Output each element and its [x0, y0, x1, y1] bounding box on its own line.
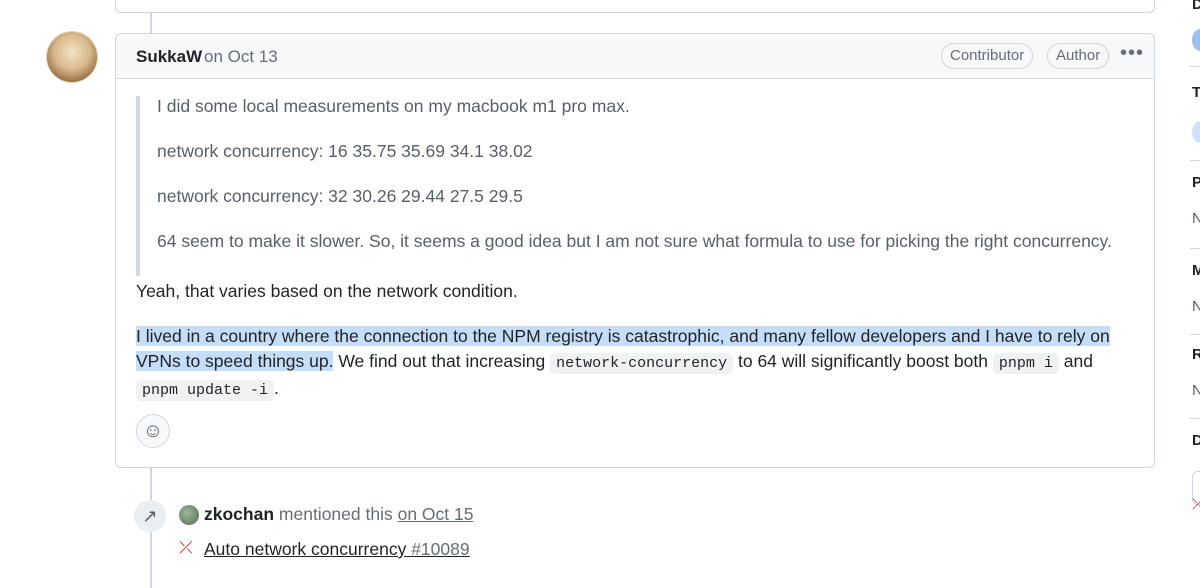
pr-number[interactable]: #10089 — [411, 539, 469, 559]
sidebar-divider — [1190, 248, 1200, 249]
pull-request-closed-icon: ⤫ — [1192, 496, 1200, 513]
quote-line: network concurrency: 32 30.26 29.44 27.5… — [157, 186, 523, 206]
comment-header: SukkaW on Oct 13 Contributor Author ••• — [116, 34, 1154, 79]
pull-request-link[interactable]: Auto network concurrency #10089 — [204, 539, 470, 560]
timeline-event: zkochan mentioned this on Oct 15 — [204, 504, 474, 525]
sidebar-text: N — [1192, 298, 1200, 315]
sidebar-heading: T — [1192, 84, 1200, 101]
sidebar-divider — [1190, 334, 1200, 335]
quote-line: I did some local measurements on my macb… — [157, 96, 630, 116]
author-avatar[interactable] — [46, 31, 98, 83]
previous-comment-card — [115, 0, 1155, 13]
inline-code: network-concurrency — [550, 353, 734, 374]
comment-author[interactable]: SukkaW — [136, 47, 202, 67]
sidebar-heading: D — [1192, 0, 1200, 13]
add-reaction-button[interactable]: ☺ — [136, 414, 170, 448]
sidebar-divider — [1190, 66, 1200, 67]
event-user-avatar[interactable] — [179, 505, 199, 525]
event-action: mentioned this — [278, 504, 393, 524]
sidebar-heading: D — [1192, 432, 1200, 449]
contributor-badge: Contributor — [941, 43, 1034, 69]
text-run: . — [274, 378, 279, 398]
quote-line: network concurrency: 16 35.75 35.69 34.1… — [157, 141, 533, 161]
sidebar-text: N — [1192, 210, 1200, 227]
text-run: to 64 will significantly boost both — [733, 351, 993, 371]
event-user[interactable]: zkochan — [204, 504, 274, 524]
sidebar-divider — [1190, 160, 1200, 161]
comment-paragraph: Yeah, that varies based on the network c… — [136, 281, 518, 301]
sidebar-heading: R — [1192, 346, 1200, 363]
comment-paragraph: I lived in a country where the connectio… — [136, 324, 1116, 403]
smiley-icon: ☺ — [142, 420, 164, 442]
author-badge: Author — [1047, 43, 1110, 69]
quote-line: 64 seem to make it slower. So, it seems … — [157, 231, 1112, 251]
pull-request-closed-icon: ⤫ — [179, 538, 193, 557]
kebab-horizontal-icon[interactable]: ••• — [1120, 42, 1144, 65]
sidebar-divider — [1190, 418, 1200, 419]
cross-reference-icon: ↗ — [134, 500, 166, 532]
sidebar-text: N — [1192, 382, 1200, 399]
sidebar-avatar[interactable] — [1192, 29, 1200, 51]
text-run: We find out that increasing — [333, 351, 551, 371]
pr-title[interactable]: Auto network concurrency — [204, 539, 406, 559]
inline-code: pnpm update -i — [136, 380, 275, 401]
text-run: and — [1058, 351, 1093, 371]
inline-code: pnpm i — [992, 353, 1059, 374]
sidebar-heading: M — [1192, 262, 1200, 279]
event-date-link[interactable]: on Oct 15 — [398, 504, 474, 524]
sidebar-heading: P — [1192, 174, 1200, 191]
sidebar-avatar[interactable] — [1192, 121, 1200, 143]
comment-card: SukkaW on Oct 13 Contributor Author ••• … — [115, 33, 1155, 468]
blockquote: I did some local measurements on my macb… — [136, 96, 1132, 276]
comment-date[interactable]: on Oct 13 — [204, 47, 278, 67]
